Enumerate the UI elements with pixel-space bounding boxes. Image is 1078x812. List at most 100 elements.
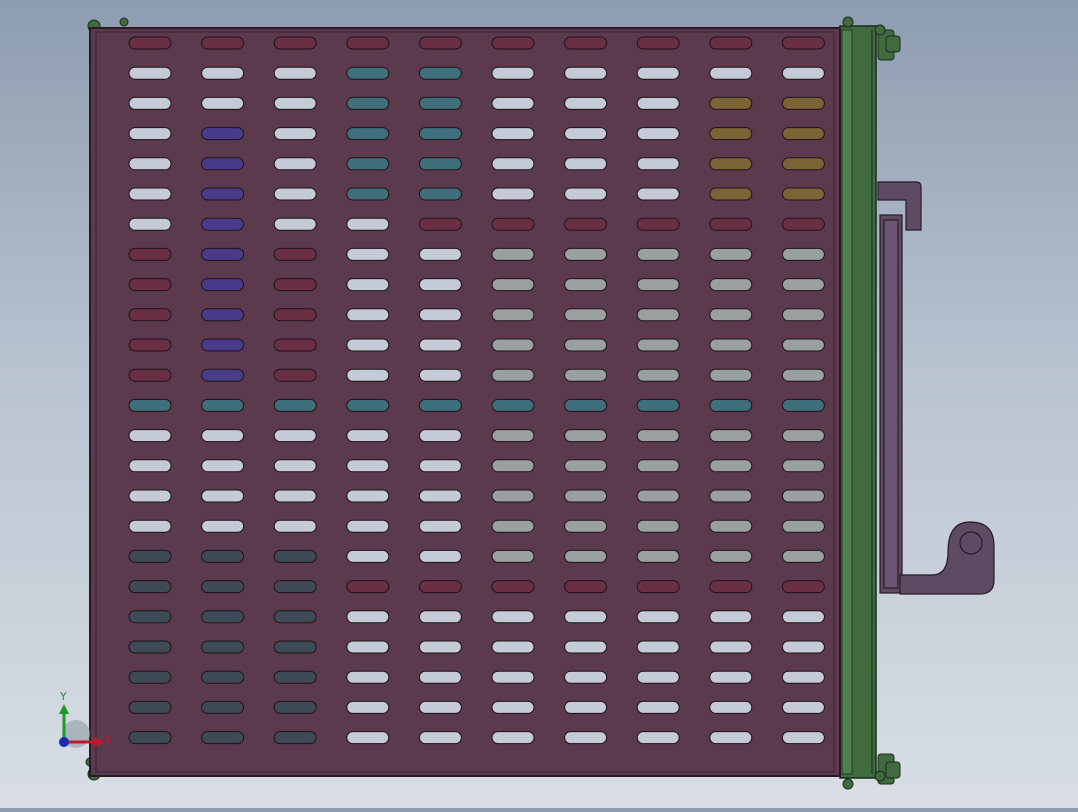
slot [636, 731, 680, 745]
slot [636, 489, 680, 503]
slot [564, 398, 608, 412]
slot [418, 519, 462, 533]
slot [346, 36, 390, 50]
slot [781, 549, 825, 563]
slot [564, 338, 608, 352]
slot [709, 157, 753, 171]
slot [128, 670, 172, 684]
slot [636, 610, 680, 624]
triad-z-axis [59, 737, 69, 747]
slot [201, 670, 245, 684]
slot [201, 398, 245, 412]
slot [709, 278, 753, 292]
slot [418, 308, 462, 322]
slot [564, 308, 608, 322]
slot [636, 429, 680, 443]
slot [273, 398, 317, 412]
slot [781, 217, 825, 231]
slot [636, 96, 680, 110]
slot [781, 459, 825, 473]
slot [564, 368, 608, 382]
slot [346, 429, 390, 443]
slot [491, 731, 535, 745]
slot [346, 187, 390, 201]
model-view[interactable]: Y X [0, 0, 1078, 808]
slot [491, 429, 535, 443]
slot [418, 549, 462, 563]
slot [709, 247, 753, 261]
slot [273, 66, 317, 80]
slot [201, 278, 245, 292]
slot [273, 731, 317, 745]
slot [201, 519, 245, 533]
slot [781, 308, 825, 322]
slot [781, 187, 825, 201]
slot [781, 519, 825, 533]
slot [128, 580, 172, 594]
slot [636, 670, 680, 684]
slot [346, 519, 390, 533]
slot [273, 580, 317, 594]
slot [273, 640, 317, 654]
slot [781, 127, 825, 141]
graphics-viewport[interactable]: Y X [0, 0, 1078, 808]
slot [491, 398, 535, 412]
slot [418, 338, 462, 352]
slot [636, 398, 680, 412]
slot [636, 278, 680, 292]
slot [781, 157, 825, 171]
slot [273, 700, 317, 714]
slot [201, 157, 245, 171]
slot [636, 338, 680, 352]
slot [418, 610, 462, 624]
slot [491, 157, 535, 171]
slot [709, 549, 753, 563]
slot [346, 580, 390, 594]
slot [273, 368, 317, 382]
slot [491, 519, 535, 533]
slot [346, 66, 390, 80]
slot [709, 127, 753, 141]
slot [418, 157, 462, 171]
slot [709, 368, 753, 382]
slot [346, 731, 390, 745]
slot [201, 459, 245, 473]
slot [418, 247, 462, 261]
slot [346, 338, 390, 352]
slot [709, 489, 753, 503]
slot [201, 247, 245, 261]
slot [709, 66, 753, 80]
slot [491, 96, 535, 110]
slot [128, 489, 172, 503]
slot [201, 36, 245, 50]
slot [418, 368, 462, 382]
slot [781, 610, 825, 624]
slot [273, 670, 317, 684]
slot [418, 96, 462, 110]
slot [636, 308, 680, 322]
slot [201, 640, 245, 654]
slot [273, 278, 317, 292]
slot [128, 429, 172, 443]
slot [418, 731, 462, 745]
slot [491, 278, 535, 292]
slot [781, 96, 825, 110]
slot [491, 670, 535, 684]
slot [564, 66, 608, 80]
slot [709, 640, 753, 654]
slot [781, 36, 825, 50]
slot [781, 368, 825, 382]
slot [709, 519, 753, 533]
slot [346, 96, 390, 110]
slot [346, 217, 390, 231]
slot [346, 278, 390, 292]
slot [709, 308, 753, 322]
slot [781, 580, 825, 594]
slot [128, 700, 172, 714]
slot [709, 459, 753, 473]
slot [709, 217, 753, 231]
slot [418, 429, 462, 443]
slot [491, 640, 535, 654]
slot [273, 610, 317, 624]
slot [709, 670, 753, 684]
